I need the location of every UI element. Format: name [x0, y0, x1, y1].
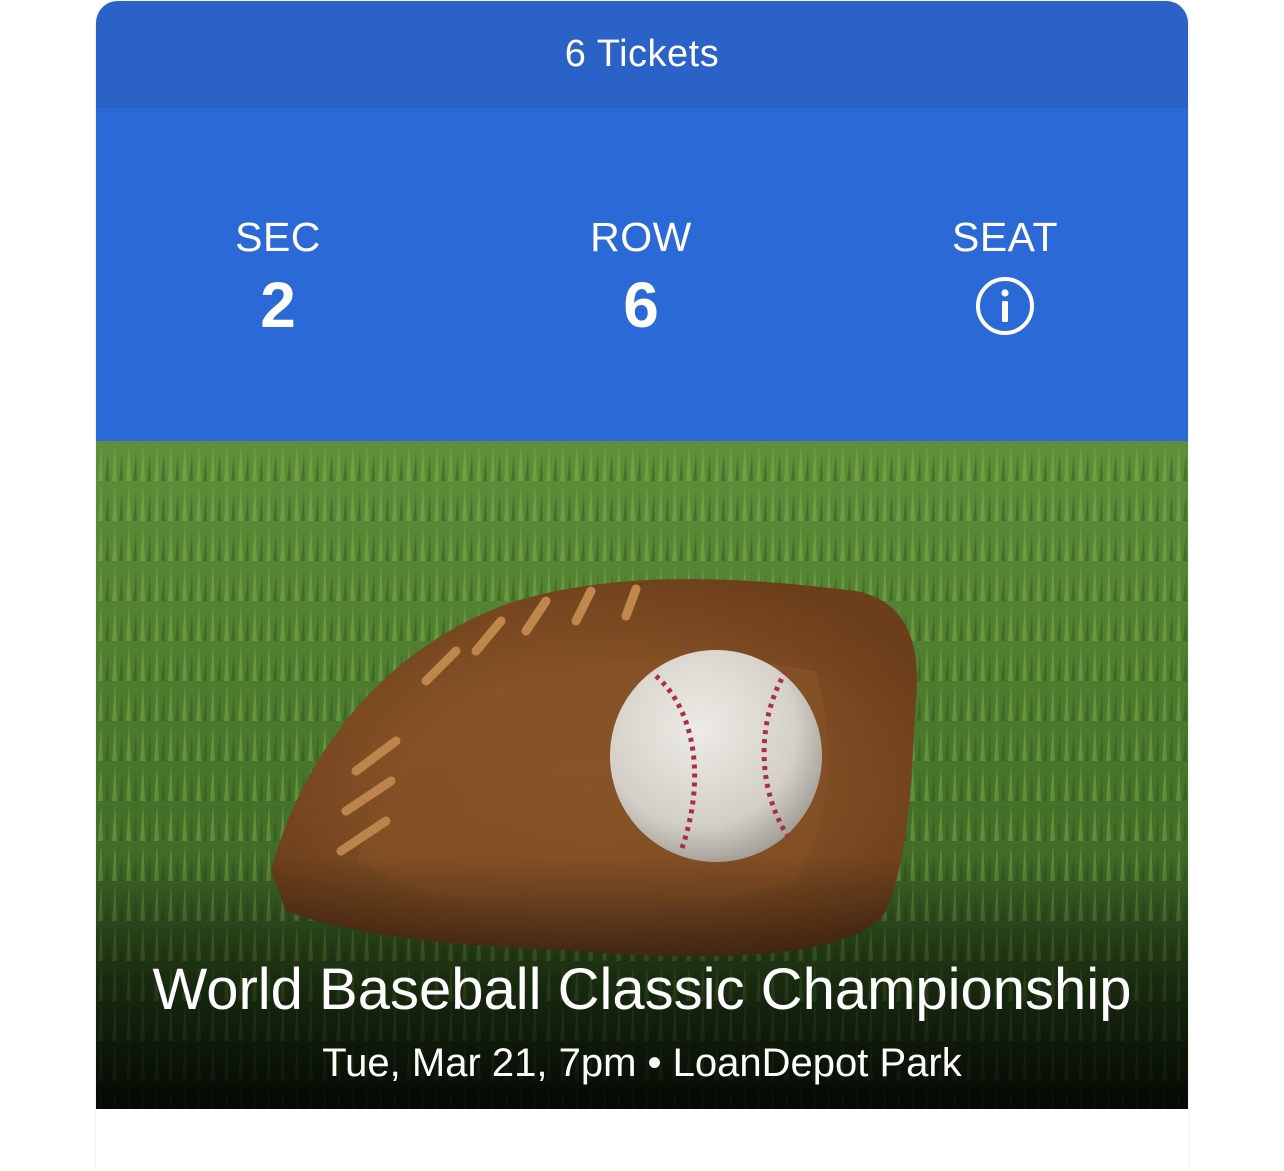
event-details: Tue, Mar 21, 7pm • LoanDepot Park	[322, 1041, 962, 1085]
ticket-count-header: 6 Tickets	[96, 1, 1188, 108]
section-value: 2	[260, 269, 296, 341]
ticket-card: 6 Tickets SEC 2 ROW 6 SEAT World Basebal…	[96, 1, 1188, 1171]
event-title: World Baseball Classic Championship	[152, 957, 1132, 1022]
seat-info-band: SEC 2 ROW 6 SEAT	[96, 108, 1188, 441]
row-value: 6	[623, 269, 659, 341]
event-photo: World Baseball Classic Championship Tue,…	[96, 441, 1188, 1109]
ticket-count-label: 6 Tickets	[564, 33, 720, 75]
card-bottom	[96, 1109, 1188, 1171]
seat-label: SEAT	[951, 214, 1059, 260]
row-label: ROW	[590, 214, 692, 260]
info-icon[interactable]	[975, 276, 1035, 336]
section-label: SEC	[235, 214, 321, 260]
